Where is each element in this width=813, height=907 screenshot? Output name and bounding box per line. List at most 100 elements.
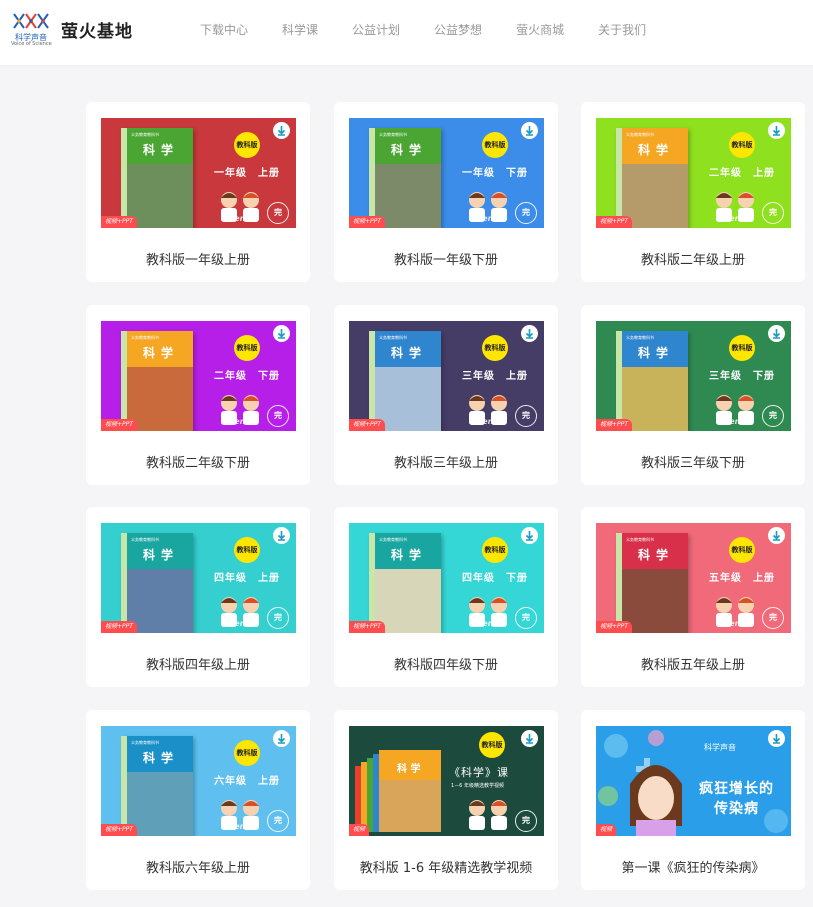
course-thumbnail: 义务教育教科书 科学 教科版 二年级 下册 Science 完视频+PPT bbox=[101, 321, 296, 431]
grade-label: 四年级 下册 bbox=[462, 573, 528, 584]
nav-download-center[interactable]: 下载中心 bbox=[200, 21, 248, 38]
textbook-cover-image: 义务教育教科书 科学 bbox=[121, 533, 193, 633]
book-series-label: 义务教育教科书 bbox=[131, 740, 159, 745]
book-title: 科学 bbox=[638, 346, 675, 360]
nav-about-us[interactable]: 关于我们 bbox=[598, 21, 646, 38]
textbook-cover-image: 义务教育教科书 科学 bbox=[369, 533, 441, 633]
resource-tag: 视频 bbox=[349, 824, 370, 836]
textbook-cover-image: 义务教育教科书 科学 bbox=[121, 331, 193, 431]
nav-firefly-shop[interactable]: 萤火商城 bbox=[516, 21, 564, 38]
complete-stamp: 完 bbox=[267, 607, 289, 629]
course-card[interactable]: 义务教育教科书 科学 教科版 三年级 上册 Science 完视频+PPT 教科版三年级上册 bbox=[334, 305, 558, 485]
download-icon[interactable] bbox=[521, 527, 538, 544]
edition-badge: 教科版 bbox=[482, 335, 508, 361]
textbook-cover-image: 义务教育教科书 科学 bbox=[369, 128, 441, 228]
course-title: 教科版二年级下册 bbox=[145, 456, 250, 471]
course-card[interactable]: 义务教育教科书 科学 教科版 二年级 上册 Science 完视频+PPT 教科版二年级上册 bbox=[581, 102, 805, 282]
textbook-cover-image: 义务教育教科书 科学 bbox=[369, 331, 441, 431]
book-title: 科学 bbox=[638, 548, 675, 562]
course-card[interactable]: 义务教育教科书 科学 教科版 二年级 下册 Science 完视频+PPT 教科版二年级下册 bbox=[86, 305, 310, 485]
thumb-subheading: 传染病 bbox=[714, 801, 759, 817]
nav-charity-plan[interactable]: 公益计划 bbox=[352, 21, 400, 38]
course-card[interactable]: 义务教育教科书 科学 教科版 一年级 下册 Science 完视频+PPT 教科版一年级下册 bbox=[334, 102, 558, 282]
edition-badge: 教科版 bbox=[234, 335, 260, 361]
complete-stamp: 完 bbox=[515, 810, 537, 832]
download-icon[interactable] bbox=[521, 325, 538, 342]
edition-badge: 教科版 bbox=[729, 132, 755, 158]
textbook-cover-image: 义务教育教科书 科学 bbox=[616, 331, 688, 431]
course-card[interactable]: 义务教育教科书 科学 教科版 四年级 上册 Science 完视频+PPT 教科版四年级上册 bbox=[86, 507, 310, 687]
site-logo[interactable]: 科学声音 Voice of Science bbox=[10, 10, 54, 47]
course-card[interactable]: 义务教育教科书 科学 教科版 三年级 下册 Science 完视频+PPT 教科版三年级下册 bbox=[581, 305, 805, 485]
grade-label: 三年级 下册 bbox=[709, 371, 775, 382]
main-nav: 下载中心 科学课 公益计划 公益梦想 萤火商城 关于我们 bbox=[200, 21, 680, 38]
complete-stamp: 完 bbox=[267, 202, 289, 224]
download-icon[interactable] bbox=[768, 122, 785, 139]
download-icon[interactable] bbox=[768, 325, 785, 342]
course-title: 教科版三年级下册 bbox=[640, 456, 745, 471]
book-series-label: 义务教育教科书 bbox=[626, 132, 654, 137]
nav-charity-dream[interactable]: 公益梦想 bbox=[434, 21, 482, 38]
edition-badge: 教科版 bbox=[479, 732, 505, 758]
resource-tag: 视频+PPT bbox=[101, 824, 137, 836]
thumb-heading: 《科学》课 bbox=[449, 766, 509, 779]
download-icon[interactable] bbox=[273, 730, 290, 747]
book-series-label: 义务教育教科书 bbox=[626, 537, 654, 542]
course-card[interactable]: 义务教育教科书 科学 教科版 一年级 上册 Science 完视频+PPT 教科版一年级上册 bbox=[86, 102, 310, 282]
nav-science-class[interactable]: 科学课 bbox=[282, 21, 318, 38]
resource-tag: 视频+PPT bbox=[101, 216, 137, 228]
brand-logo-text: 科学声音 bbox=[704, 743, 736, 752]
top-header: 科学声音 Voice of Science 萤火基地 下载中心 科学课 公益计划… bbox=[0, 0, 813, 65]
download-icon[interactable] bbox=[273, 325, 290, 342]
course-card[interactable]: 义务教育教科书 科学 教科版 四年级 下册 Science 完视频+PPT 教科版四年级下册 bbox=[334, 507, 558, 687]
edition-badge: 教科版 bbox=[482, 132, 508, 158]
course-thumbnail: 科学声音 疯狂增长的 传染病 视频 bbox=[596, 726, 791, 836]
science-watermark: Science bbox=[716, 417, 751, 426]
course-title: 教科版一年级下册 bbox=[393, 253, 498, 268]
complete-stamp: 完 bbox=[515, 405, 537, 427]
download-icon[interactable] bbox=[768, 527, 785, 544]
grade-label: 三年级 上册 bbox=[462, 371, 528, 382]
resource-tag: 视频+PPT bbox=[101, 621, 137, 633]
book-cover-photo bbox=[622, 569, 688, 633]
grade-label: 四年级 上册 bbox=[214, 573, 280, 584]
book-cover-photo bbox=[375, 569, 441, 633]
textbook-cover-image: 义务教育教科书科学 bbox=[616, 533, 688, 633]
book-title: 科学 bbox=[143, 346, 180, 360]
book-series-label: 义务教育教科书 bbox=[131, 132, 159, 137]
book-cover-photo bbox=[127, 772, 193, 836]
course-title: 教科版三年级上册 bbox=[393, 456, 498, 471]
grade-label: 一年级 上册 bbox=[214, 168, 280, 179]
grade-label: 二年级 下册 bbox=[214, 371, 280, 382]
download-icon[interactable] bbox=[273, 527, 290, 544]
edition-badge: 教科版 bbox=[234, 537, 260, 563]
course-card[interactable]: 义务教育教科书 科学 教科版 六年级 上册 Science 完视频+PPT 教科版六年级上册 bbox=[86, 710, 310, 890]
resource-tag: 视频+PPT bbox=[349, 419, 385, 431]
book-stack-image: 科 学 bbox=[355, 750, 441, 832]
grade-label: 一年级 下册 bbox=[462, 168, 528, 179]
download-icon[interactable] bbox=[521, 730, 538, 747]
course-thumbnail: 义务教育教科书 科学 教科版 一年级 上册 Science 完视频+PPT bbox=[101, 118, 296, 228]
course-title: 教科版 1-6 年级精选教学视频 bbox=[359, 861, 533, 876]
download-icon[interactable] bbox=[273, 122, 290, 139]
course-card[interactable]: 科 学 教科版 《科学》课 1－6 年级精选教学视频 完 视频 教科版 1-6 … bbox=[334, 710, 558, 890]
download-icon[interactable] bbox=[768, 730, 785, 747]
download-icon[interactable] bbox=[521, 122, 538, 139]
kids-illustration-icon bbox=[469, 800, 507, 830]
course-card[interactable]: 科学声音 疯狂增长的 传染病 视频 第一课《疯狂的传染病》 bbox=[581, 710, 805, 890]
course-thumbnail: 义务教育教科书 科学 教科版 一年级 下册 Science 完视频+PPT bbox=[349, 118, 544, 228]
book-title: 科学 bbox=[143, 751, 180, 765]
site-name[interactable]: 萤火基地 bbox=[61, 17, 133, 42]
science-watermark: Science bbox=[716, 214, 751, 223]
course-title: 教科版五年级上册 bbox=[640, 658, 745, 673]
book-title: 科学 bbox=[143, 548, 180, 562]
thumb-subheading: 1－6 年级精选教学视频 bbox=[451, 783, 504, 789]
course-card[interactable]: 义务教育教科书 科学 教科版 五年级 上册 Science 完视频+PPT 教科版五年级上册 bbox=[581, 507, 805, 687]
edition-badge: 教科版 bbox=[234, 740, 260, 766]
book-title: 科学 bbox=[391, 143, 428, 157]
course-thumbnail: 义务教育教科书 科学 教科版 四年级 上册 Science 完视频+PPT bbox=[101, 523, 296, 633]
resource-tag: 视频+PPT bbox=[349, 621, 385, 633]
course-thumbnail: 义务教育教科书 科学 教科版 三年级 下册 Science 完视频+PPT bbox=[596, 321, 791, 431]
book-cover-photo bbox=[127, 569, 193, 633]
edition-badge: 教科版 bbox=[482, 537, 508, 563]
